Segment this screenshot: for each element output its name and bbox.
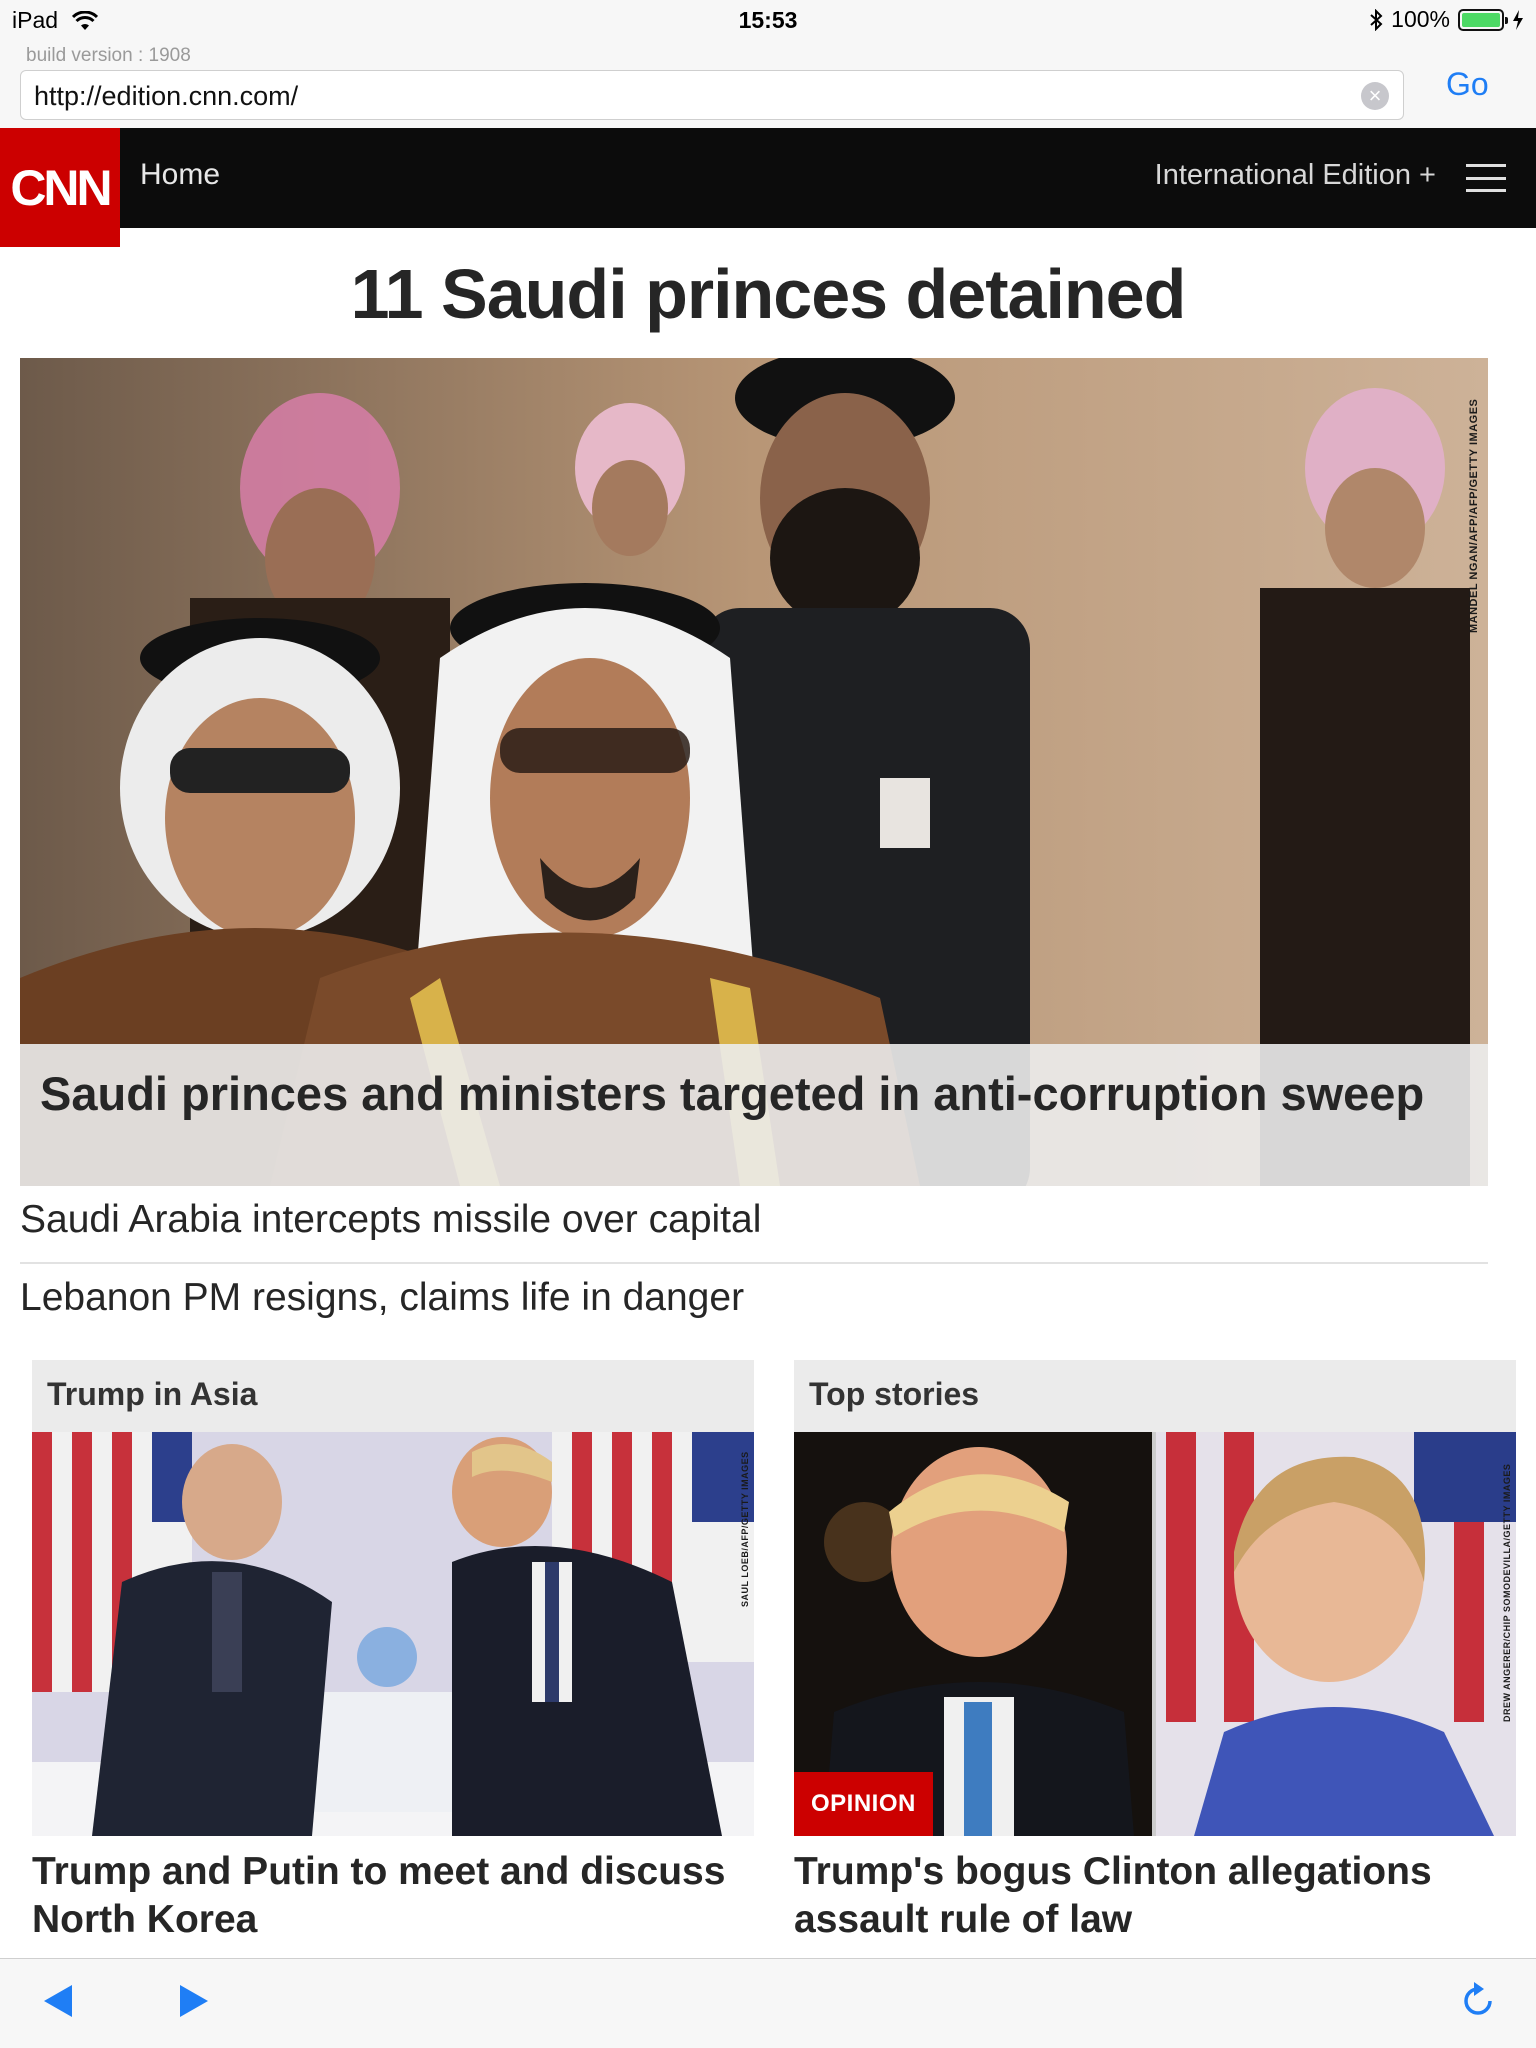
zone-title[interactable]: Trump in Asia xyxy=(32,1360,754,1432)
zone-image[interactable]: OPINION DREW ANGERER/CHIP SOMODEVILLA/GE… xyxy=(794,1432,1516,1836)
opinion-badge: OPINION xyxy=(794,1772,933,1836)
go-button[interactable]: Go xyxy=(1446,66,1489,103)
zone-trump-in-asia: Trump in Asia SAUL LOEB/AFP/GETTY IMAGES… xyxy=(32,1360,754,1944)
page-headline[interactable]: 11 Saudi princes detained xyxy=(0,254,1536,334)
edition-selector[interactable]: International Edition + xyxy=(1155,159,1436,192)
url-text: http://edition.cnn.com/ xyxy=(34,81,299,111)
zone-title[interactable]: Top stories xyxy=(794,1360,1516,1432)
forward-arrow-icon[interactable] xyxy=(170,1979,214,2023)
battery-icon xyxy=(1458,8,1508,31)
cnn-logo[interactable]: CNN xyxy=(0,128,120,247)
zone-image[interactable]: SAUL LOEB/AFP/GETTY IMAGES xyxy=(32,1432,754,1836)
back-arrow-icon[interactable] xyxy=(38,1979,82,2023)
zone-story-title[interactable]: Trump's bogus Clinton allegations assaul… xyxy=(794,1836,1516,1944)
status-bar: iPad 15:53 100% xyxy=(0,0,1536,40)
bluetooth-icon xyxy=(1370,8,1383,31)
build-version-label: build version : 1908 xyxy=(26,45,191,66)
zone-photo-credit: DREW ANGERER/CHIP SOMODEVILLA/GETTY IMAG… xyxy=(1502,1463,1512,1722)
hero-story[interactable]: MANDEL NGAN/AFP/AFP/GETTY IMAGES Saudi p… xyxy=(20,358,1488,1186)
clear-url-icon[interactable]: × xyxy=(1361,82,1389,110)
story-link[interactable]: Saudi Arabia intercepts missile over cap… xyxy=(20,1198,1488,1242)
battery-percent: 100% xyxy=(1391,6,1450,32)
url-input[interactable]: http://edition.cnn.com/ × xyxy=(20,70,1404,120)
reload-icon[interactable] xyxy=(1456,1979,1500,2023)
story-image xyxy=(32,1432,754,1836)
charging-icon xyxy=(1513,9,1523,30)
menu-icon[interactable] xyxy=(1466,164,1506,192)
nav-home-link[interactable]: Home xyxy=(140,158,220,192)
story-link[interactable]: Lebanon PM resigns, claims life in dange… xyxy=(20,1276,1488,1320)
zone-photo-credit: SAUL LOEB/AFP/GETTY IMAGES xyxy=(740,1451,750,1607)
hero-photo-credit: MANDEL NGAN/AFP/AFP/GETTY IMAGES xyxy=(1468,398,1480,633)
divider xyxy=(20,1262,1488,1264)
status-time: 15:53 xyxy=(738,7,798,33)
browser-url-area: build version : 1908 http://edition.cnn.… xyxy=(0,40,1536,128)
cnn-nav-bar: Home International Edition + xyxy=(0,128,1536,228)
zone-story-title[interactable]: Trump and Putin to meet and discuss Nort… xyxy=(32,1836,754,1944)
zone-top-stories: Top stories OPINION DREW ANGERER/CHIP SO… xyxy=(794,1360,1516,1944)
hero-caption[interactable]: Saudi princes and ministers targeted in … xyxy=(20,1044,1488,1186)
status-right: 100% xyxy=(1369,6,1524,33)
browser-toolbar xyxy=(0,1958,1536,2048)
